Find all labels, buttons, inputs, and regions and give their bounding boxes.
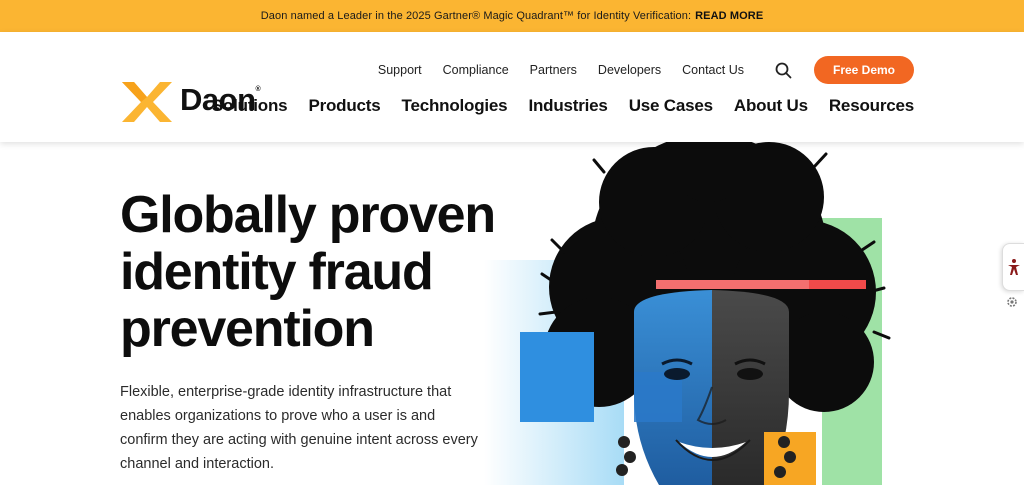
util-nav-partners[interactable]: Partners	[530, 63, 577, 77]
read-more-link[interactable]: READ MORE	[695, 10, 763, 22]
nav-resources[interactable]: Resources	[829, 96, 914, 116]
hero-description: Flexible, enterprise-grade identity infr…	[120, 384, 478, 472]
announcement-bar: Daon named a Leader in the 2025 Gartner®…	[0, 0, 1024, 32]
util-nav-compliance[interactable]: Compliance	[443, 63, 509, 77]
search-button[interactable]	[772, 59, 794, 81]
hero-title-line: prevention	[120, 300, 375, 358]
accessibility-icon	[1007, 259, 1020, 275]
util-nav-support[interactable]: Support	[378, 63, 422, 77]
hero-title-line: Globally proven	[120, 186, 496, 244]
main-nav: Solutions Products Technologies Industri…	[191, 96, 914, 116]
util-nav-developers[interactable]: Developers	[598, 63, 661, 77]
nav-use-cases[interactable]: Use Cases	[629, 96, 713, 116]
nav-industries[interactable]: Industries	[528, 96, 607, 116]
hero-title-line: identity fraud	[120, 243, 434, 301]
util-nav-contact-us[interactable]: Contact Us	[682, 63, 744, 77]
hero-image	[484, 142, 914, 485]
announcement-text: Daon named a Leader in the 2025 Gartner®…	[260, 10, 692, 22]
utility-nav: Support Compliance Partners Developers C…	[357, 56, 914, 84]
daon-x-mark-icon	[122, 82, 172, 122]
nav-technologies[interactable]: Technologies	[402, 96, 508, 116]
nav-solutions[interactable]: Solutions	[212, 96, 288, 116]
accessibility-widget[interactable]	[1002, 243, 1024, 291]
nav-about-us[interactable]: About Us	[734, 96, 808, 116]
free-demo-button[interactable]: Free Demo	[814, 56, 914, 84]
search-icon	[775, 62, 791, 78]
hero-title: Globally proven identity fraud preventio…	[120, 187, 500, 358]
gear-icon[interactable]	[1006, 296, 1018, 308]
nav-products[interactable]: Products	[308, 96, 380, 116]
site-header: Daon® Support Compliance Partners Develo…	[0, 32, 1024, 142]
